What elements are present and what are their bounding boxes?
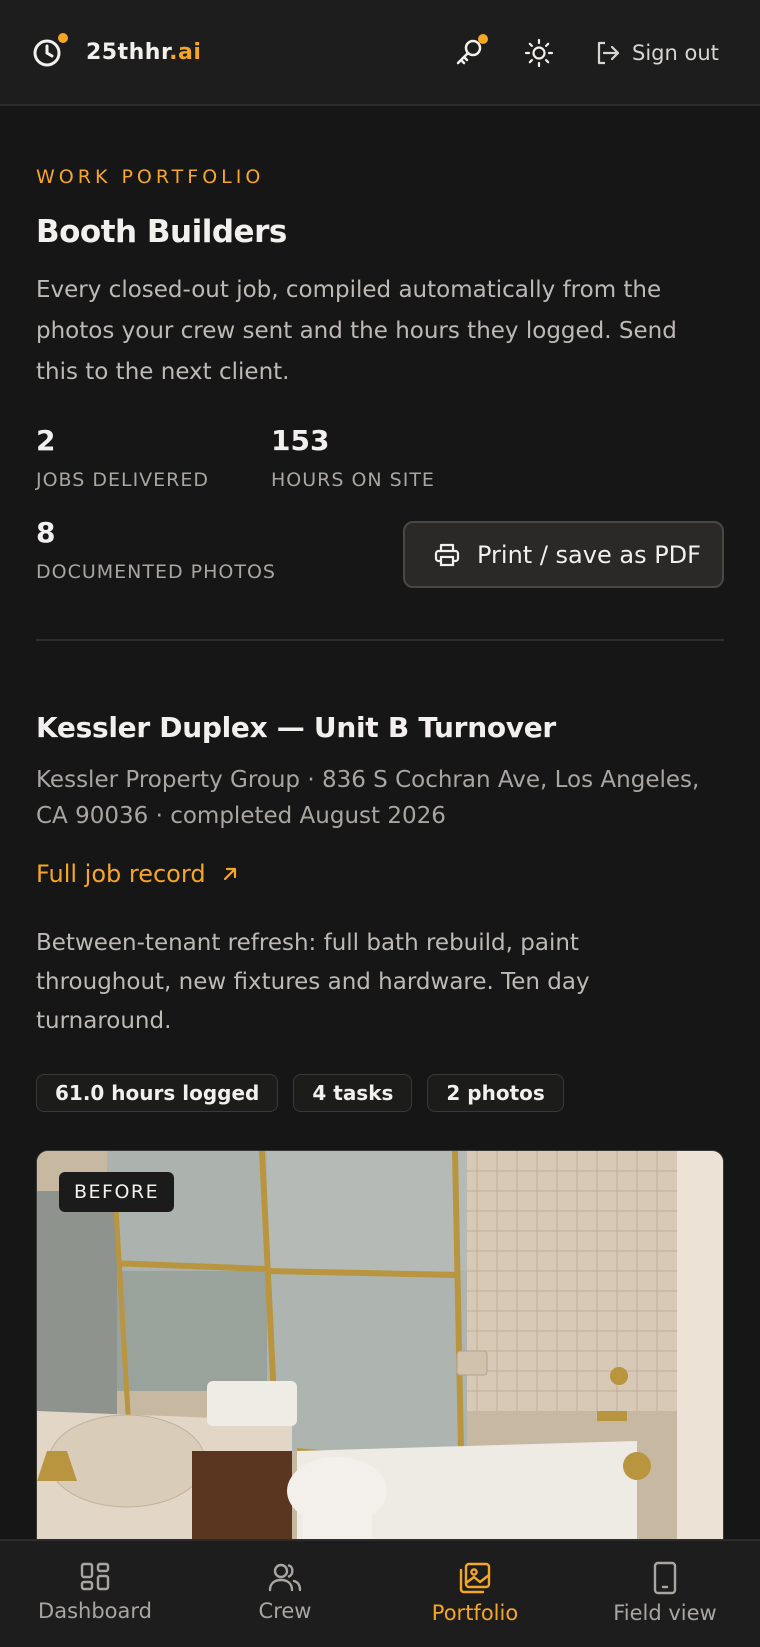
full-job-record-link[interactable]: Full job record [36,860,240,888]
print-pdf-label: Print / save as PDF [477,540,701,569]
external-arrow-icon [223,867,236,881]
nav-field-view[interactable]: Field view [570,1541,760,1647]
sun-icon [524,38,554,68]
tasks-tag: 4 tasks [293,1074,413,1112]
photo-state-badge: BEFORE [59,1172,175,1212]
nav-dashboard-label: Dashboard [38,1599,152,1623]
stat-documented-photos: 8 DOCUMENTED PHOTOS [36,516,276,583]
job-link-label: Full job record [36,860,206,888]
photos-tag: 2 photos [427,1074,564,1112]
brand-logo[interactable]: 25thhr.ai [32,33,202,68]
sign-out-label: Sign out [632,41,719,65]
brand-name: 25thhr.ai [86,39,202,65]
job-title: Kessler Duplex — Unit B Turnover [36,711,556,744]
page-description: Every closed-out job, compiled automatic… [36,277,677,385]
notification-dot [478,34,488,44]
bathroom-photo [37,1151,723,1569]
job-tags: 61.0 hours logged 4 tasks 2 photos [36,1074,579,1112]
app-header: 25thhr.ai Sign out [0,0,760,106]
clock-icon [32,33,68,68]
users-icon [268,1563,302,1592]
sign-out-icon [597,41,620,65]
job-photo[interactable]: BEFORE [36,1150,724,1570]
bottom-navigation: Dashboard Crew Portfolio Field view [0,1539,760,1647]
sign-out-button[interactable]: Sign out [594,36,719,70]
nav-crew[interactable]: Crew [190,1541,380,1647]
stat-label: JOBS DELIVERED [36,469,210,491]
nav-dashboard[interactable]: Dashboard [0,1541,190,1647]
section-divider [36,639,724,641]
print-pdf-button[interactable]: Print / save as PDF [403,521,724,588]
job-description: Between-tenant refresh: full bath rebuil… [36,930,590,1034]
nav-crew-label: Crew [258,1599,312,1623]
section-eyebrow: WORK PORTFOLIO [36,166,265,188]
api-key-button[interactable] [452,34,488,70]
nav-portfolio-label: Portfolio [431,1601,519,1625]
nav-field-view-label: Field view [613,1601,717,1625]
stat-value: 2 [36,424,56,457]
printer-icon [434,543,460,566]
grid-icon [80,1562,110,1591]
stat-value: 8 [36,516,56,549]
stat-label: DOCUMENTED PHOTOS [36,561,276,583]
hours-logged-tag: 61.0 hours logged [36,1074,279,1112]
stat-jobs-delivered: 2 JOBS DELIVERED [36,424,209,491]
logo-status-dot [58,33,68,43]
phone-icon [653,1561,677,1595]
theme-toggle-button[interactable] [524,38,554,68]
stat-label: HOURS ON SITE [271,469,435,491]
stat-value: 153 [271,424,330,457]
stat-hours-on-site: 153 HOURS ON SITE [271,424,435,491]
image-stack-icon [459,1562,491,1594]
nav-portfolio[interactable]: Portfolio [380,1541,570,1647]
job-meta: Kessler Property Group · 836 S Cochran A… [36,767,700,829]
page-title: Booth Builders [36,214,287,250]
